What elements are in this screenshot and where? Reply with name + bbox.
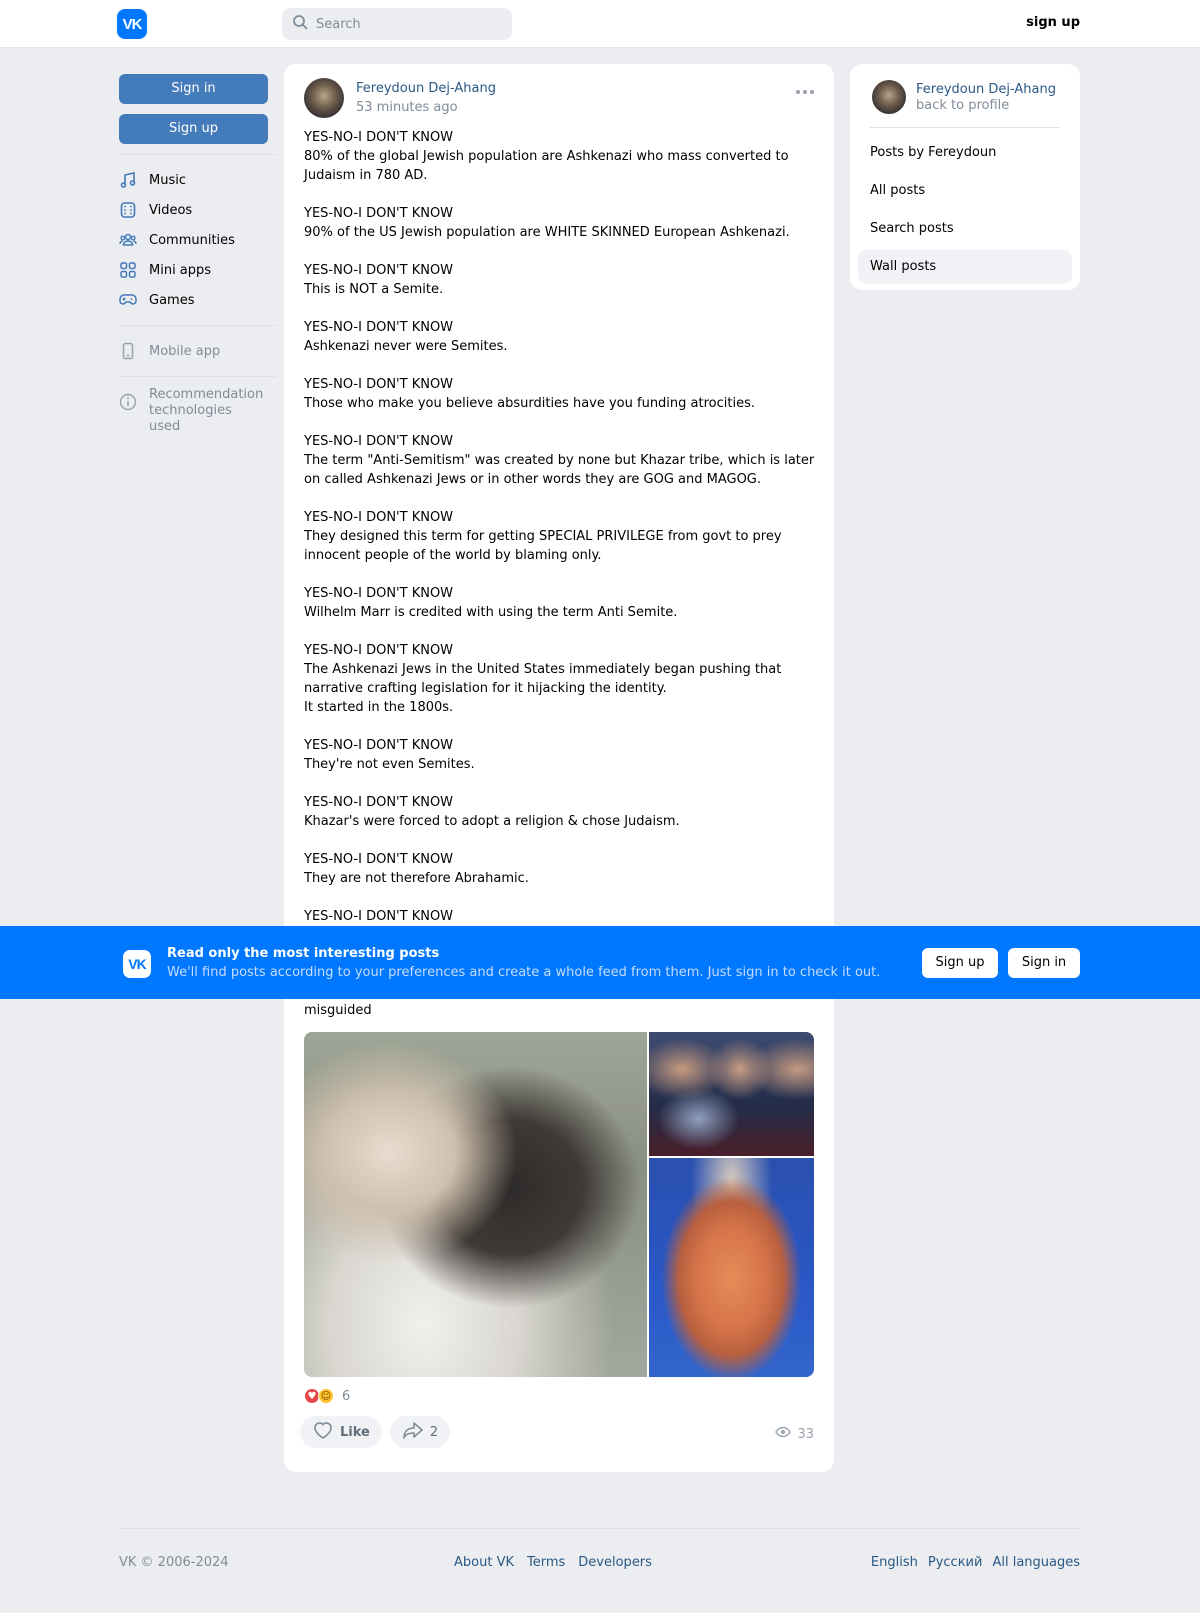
- phone-icon: [119, 342, 137, 360]
- nav-item-communities[interactable]: Communities: [119, 225, 276, 255]
- search-box[interactable]: [282, 8, 512, 40]
- menu-item-search-posts[interactable]: Search posts: [858, 212, 1072, 246]
- share-count: 2: [429, 1424, 439, 1440]
- author-avatar[interactable]: [304, 78, 344, 118]
- nav-item-games[interactable]: Games: [119, 285, 276, 315]
- communities-icon: [119, 231, 137, 249]
- search-icon: [292, 14, 308, 34]
- more-options-icon[interactable]: [796, 90, 814, 94]
- banner-signup-button[interactable]: Sign up: [922, 948, 998, 978]
- recommendation-info[interactable]: Recommendation technologies used: [119, 387, 276, 435]
- post-photo[interactable]: [649, 1158, 814, 1377]
- nav-divider: [119, 154, 276, 155]
- like-button[interactable]: Like: [300, 1416, 382, 1448]
- all-languages-link[interactable]: All languages: [992, 1555, 1080, 1570]
- reactions-summary[interactable]: ♥ ☺ 6: [304, 1388, 350, 1404]
- post-photo[interactable]: [649, 1032, 814, 1156]
- profile-panel: Fereydoun Dej-Ahang back to profile Post…: [850, 64, 1080, 290]
- panel-divider: [870, 127, 1060, 128]
- views-counter: 33: [775, 1426, 814, 1442]
- info-icon: [119, 393, 137, 416]
- banner-subtitle: We'll find posts according to your prefe…: [167, 965, 881, 980]
- video-icon: [119, 201, 137, 219]
- language-english[interactable]: English: [871, 1555, 918, 1570]
- heart-icon: [312, 1420, 334, 1444]
- reactions-count: 6: [342, 1388, 351, 1404]
- laugh-reaction-icon: ☺: [318, 1388, 334, 1404]
- signup-button[interactable]: Sign up: [119, 114, 268, 144]
- wall-post: Fereydoun Dej-Ahang 53 minutes ago YES-N…: [284, 64, 834, 1472]
- signin-button[interactable]: Sign in: [119, 74, 268, 104]
- footer-divider: [119, 1528, 1080, 1529]
- profile-name[interactable]: Fereydoun Dej-Ahang: [916, 82, 1056, 97]
- menu-item-wall-posts[interactable]: Wall posts: [858, 250, 1072, 284]
- nav-label: Mobile app: [149, 343, 221, 359]
- search-input[interactable]: [316, 16, 496, 32]
- gamepad-icon: [119, 291, 137, 309]
- nav-item-music[interactable]: Music: [119, 165, 276, 195]
- post-photo[interactable]: [304, 1032, 647, 1377]
- recommendation-label: Recommendation technologies used: [149, 387, 264, 434]
- footer-link-terms[interactable]: Terms: [527, 1555, 565, 1570]
- profile-avatar[interactable]: [872, 80, 906, 114]
- like-label: Like: [340, 1424, 370, 1440]
- footer-link-developers[interactable]: Developers: [578, 1555, 652, 1570]
- eye-icon: [775, 1426, 792, 1442]
- nav-label: Music: [149, 172, 186, 188]
- footer-links: About VK Terms Developers: [454, 1555, 652, 1570]
- author-name[interactable]: Fereydoun Dej-Ahang: [356, 81, 496, 96]
- share-icon: [402, 1420, 424, 1444]
- menu-item-all-posts[interactable]: All posts: [858, 174, 1072, 208]
- vk-logo[interactable]: VK: [117, 9, 147, 39]
- footer-copyright: VK © 2006-2024: [119, 1555, 229, 1570]
- nav-label: Mini apps: [149, 262, 212, 278]
- signup-link[interactable]: sign up: [1026, 15, 1080, 30]
- post-actions: Like 2: [300, 1416, 451, 1448]
- nav-divider: [119, 376, 276, 377]
- banner-title: Read only the most interesting posts: [167, 946, 440, 961]
- views-count: 33: [797, 1426, 814, 1442]
- nav-item-mini-apps[interactable]: Mini apps: [119, 255, 276, 285]
- nav-label: Communities: [149, 232, 235, 248]
- footer-link-about[interactable]: About VK: [454, 1555, 514, 1570]
- nav-label: Videos: [149, 202, 193, 218]
- music-icon: [119, 171, 137, 189]
- share-button[interactable]: 2: [389, 1416, 451, 1448]
- banner-signin-button[interactable]: Sign in: [1008, 948, 1080, 978]
- mini-apps-icon: [119, 261, 137, 279]
- post-text-tail: misguided: [304, 1003, 372, 1018]
- menu-item-posts-by-author[interactable]: Posts by Fereydoun: [858, 136, 1072, 170]
- nav-item-mobile-app[interactable]: Mobile app: [119, 336, 276, 366]
- nav-label: Games: [149, 292, 195, 308]
- vk-logo: VK: [123, 950, 151, 978]
- language-russian[interactable]: Русский: [928, 1555, 983, 1570]
- nav-item-videos[interactable]: Videos: [119, 195, 276, 225]
- footer-languages: English Русский All languages: [871, 1555, 1080, 1570]
- post-time[interactable]: 53 minutes ago: [356, 100, 458, 115]
- post-text: YES-NO-I DON'T KNOW 80% of the global Je…: [304, 130, 815, 924]
- post-photos: [304, 1032, 814, 1377]
- left-navigation: Sign in Sign up Music Videos Communities…: [119, 74, 276, 435]
- signup-banner: VK Read only the most interesting posts …: [0, 926, 1200, 999]
- posts-menu: Posts by Fereydoun All posts Search post…: [858, 136, 1072, 288]
- back-to-profile-link[interactable]: back to profile: [916, 98, 1009, 113]
- nav-divider: [119, 325, 276, 326]
- top-bar: VK sign up: [0, 0, 1200, 48]
